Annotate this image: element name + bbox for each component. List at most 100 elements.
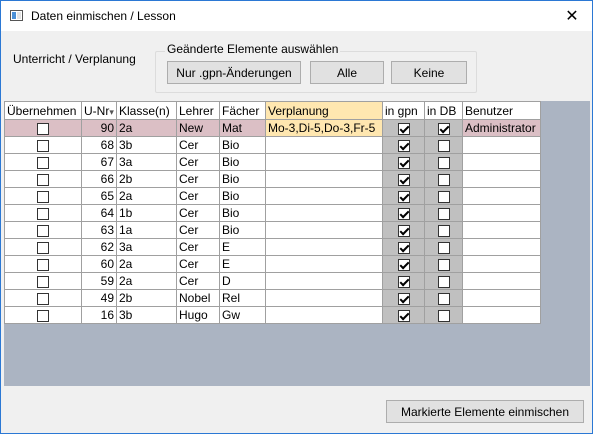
all-button[interactable]: Alle [310,61,384,84]
table-row[interactable]: 67 3a Cer Bio [4,153,541,171]
in-db-cell [424,255,463,273]
take-checkbox[interactable] [37,224,49,237]
in-gpn-checkbox[interactable] [397,275,410,288]
benutzer-cell [462,255,541,273]
benutzer-cell [462,289,541,307]
col-header-benutzer[interactable]: Benutzer [462,101,541,120]
table-row[interactable]: 60 2a Cer E [4,255,541,273]
verplanung-cell[interactable] [265,306,383,324]
table-row[interactable]: 66 2b Cer Bio [4,170,541,188]
in-db-checkbox[interactable] [437,258,450,271]
col-header-in-gpn[interactable]: in gpn [382,101,425,120]
in-gpn-checkbox[interactable] [397,309,410,322]
table-row[interactable]: 62 3a Cer E [4,238,541,256]
col-header-lehrer[interactable]: Lehrer [176,101,220,120]
fach-cell: E [219,238,266,256]
take-checkbox[interactable] [37,122,49,135]
unr-cell: 60 [81,255,117,273]
verplanung-cell[interactable] [265,136,383,154]
take-cell [4,272,82,290]
klasse-cell: 3a [116,238,177,256]
verplanung-cell[interactable] [265,255,383,273]
in-db-checkbox[interactable] [437,241,450,254]
take-checkbox[interactable] [37,292,49,305]
verplanung-cell[interactable] [265,204,383,222]
take-checkbox[interactable] [37,190,49,203]
take-checkbox[interactable] [37,309,49,322]
fach-cell: E [219,255,266,273]
verplanung-cell[interactable] [265,170,383,188]
col-header-klasse[interactable]: Klasse(n) [116,101,177,120]
in-db-checkbox[interactable] [437,207,450,220]
take-checkbox[interactable] [37,139,49,152]
verplanung-cell[interactable] [265,289,383,307]
in-db-checkbox[interactable] [437,275,450,288]
col-header-verplanung[interactable]: Verplanung [265,101,383,120]
verplanung-cell[interactable] [265,153,383,171]
verplanung-cell[interactable] [265,221,383,239]
table-row[interactable]: 65 2a Cer Bio [4,187,541,205]
take-checkbox[interactable] [37,258,49,271]
in-db-cell [424,238,463,256]
in-db-checkbox[interactable] [437,122,450,135]
in-gpn-checkbox[interactable] [397,224,410,237]
in-gpn-checkbox[interactable] [397,139,410,152]
in-gpn-checkbox[interactable] [397,207,410,220]
in-db-checkbox[interactable] [437,292,450,305]
lehrer-cell: Cer [176,272,220,290]
close-button[interactable]: ✕ [552,1,592,31]
take-checkbox[interactable] [37,241,49,254]
in-db-cell [424,204,463,222]
table-row[interactable]: 63 1a Cer Bio [4,221,541,239]
in-gpn-cell [382,170,425,188]
in-db-checkbox[interactable] [437,190,450,203]
group-title: Geänderte Elemente auswählen [165,42,341,56]
table-row[interactable]: 90 2a New Mat Mo-3,Di-5,Do-3,Fr-5 Administrat… [4,119,541,137]
take-cell [4,255,82,273]
in-db-checkbox[interactable] [437,224,450,237]
in-db-cell [424,306,463,324]
in-gpn-checkbox[interactable] [397,258,410,271]
col-header-take[interactable]: Übernehmen [4,101,82,120]
table-body: 90 2a New Mat Mo-3,Di-5,Do-3,Fr-5 Administrat… [4,119,541,324]
benutzer-cell [462,238,541,256]
in-gpn-checkbox[interactable] [397,156,410,169]
in-gpn-checkbox[interactable] [397,173,410,186]
col-header-in-db[interactable]: in DB [424,101,463,120]
in-db-checkbox[interactable] [437,309,450,322]
col-header-unr[interactable]: U-Nr▾ [81,101,117,120]
table-row[interactable]: 64 1b Cer Bio [4,204,541,222]
in-gpn-checkbox[interactable] [397,122,410,135]
benutzer-cell [462,306,541,324]
in-db-checkbox[interactable] [437,156,450,169]
in-gpn-checkbox[interactable] [397,241,410,254]
table-row[interactable]: 16 3b Hugo Gw [4,306,541,324]
take-checkbox[interactable] [37,156,49,169]
in-gpn-checkbox[interactable] [397,292,410,305]
take-checkbox[interactable] [37,173,49,186]
verplanung-cell[interactable] [265,238,383,256]
klasse-cell: 2b [116,170,177,188]
fach-cell: Bio [219,170,266,188]
benutzer-cell [462,187,541,205]
unr-cell: 90 [81,119,117,137]
col-header-faecher[interactable]: Fächer [219,101,266,120]
benutzer-cell [462,204,541,222]
in-gpn-checkbox[interactable] [397,190,410,203]
table-row[interactable]: 59 2a Cer D [4,272,541,290]
take-checkbox[interactable] [37,275,49,288]
verplanung-cell[interactable] [265,272,383,290]
take-cell [4,153,82,171]
table-row[interactable]: 49 2b Nobel Rel [4,289,541,307]
klasse-cell: 3b [116,306,177,324]
in-db-checkbox[interactable] [437,139,450,152]
gpn-changes-button[interactable]: Nur .gpn-Änderungen [167,61,301,84]
in-db-checkbox[interactable] [437,173,450,186]
fach-cell: Bio [219,204,266,222]
table-row[interactable]: 68 3b Cer Bio [4,136,541,154]
verplanung-cell[interactable] [265,187,383,205]
none-button[interactable]: Keine [391,61,467,84]
verplanung-cell[interactable]: Mo-3,Di-5,Do-3,Fr-5 [265,119,383,137]
take-checkbox[interactable] [37,207,49,220]
apply-marked-button[interactable]: Markierte Elemente einmischen [386,400,584,423]
